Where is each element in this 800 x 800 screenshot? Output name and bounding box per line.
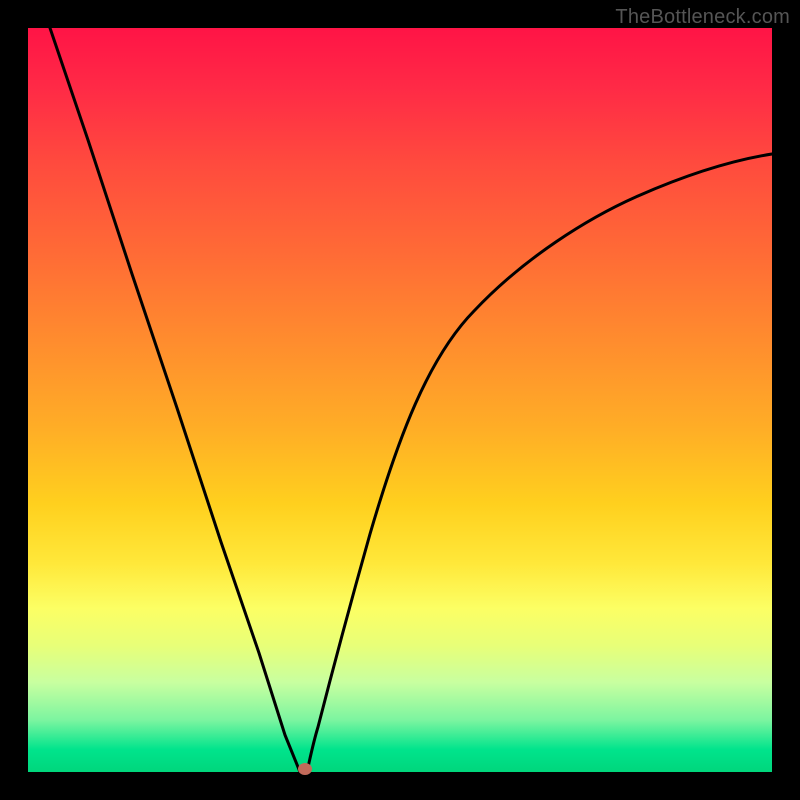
min-point-marker (298, 763, 312, 775)
chart-frame: TheBottleneck.com (0, 0, 800, 800)
bottleneck-curve (28, 28, 772, 772)
plot-area (28, 28, 772, 772)
curve-right-branch (307, 154, 772, 772)
curve-left-branch (50, 28, 300, 772)
watermark-text: TheBottleneck.com (615, 6, 790, 29)
